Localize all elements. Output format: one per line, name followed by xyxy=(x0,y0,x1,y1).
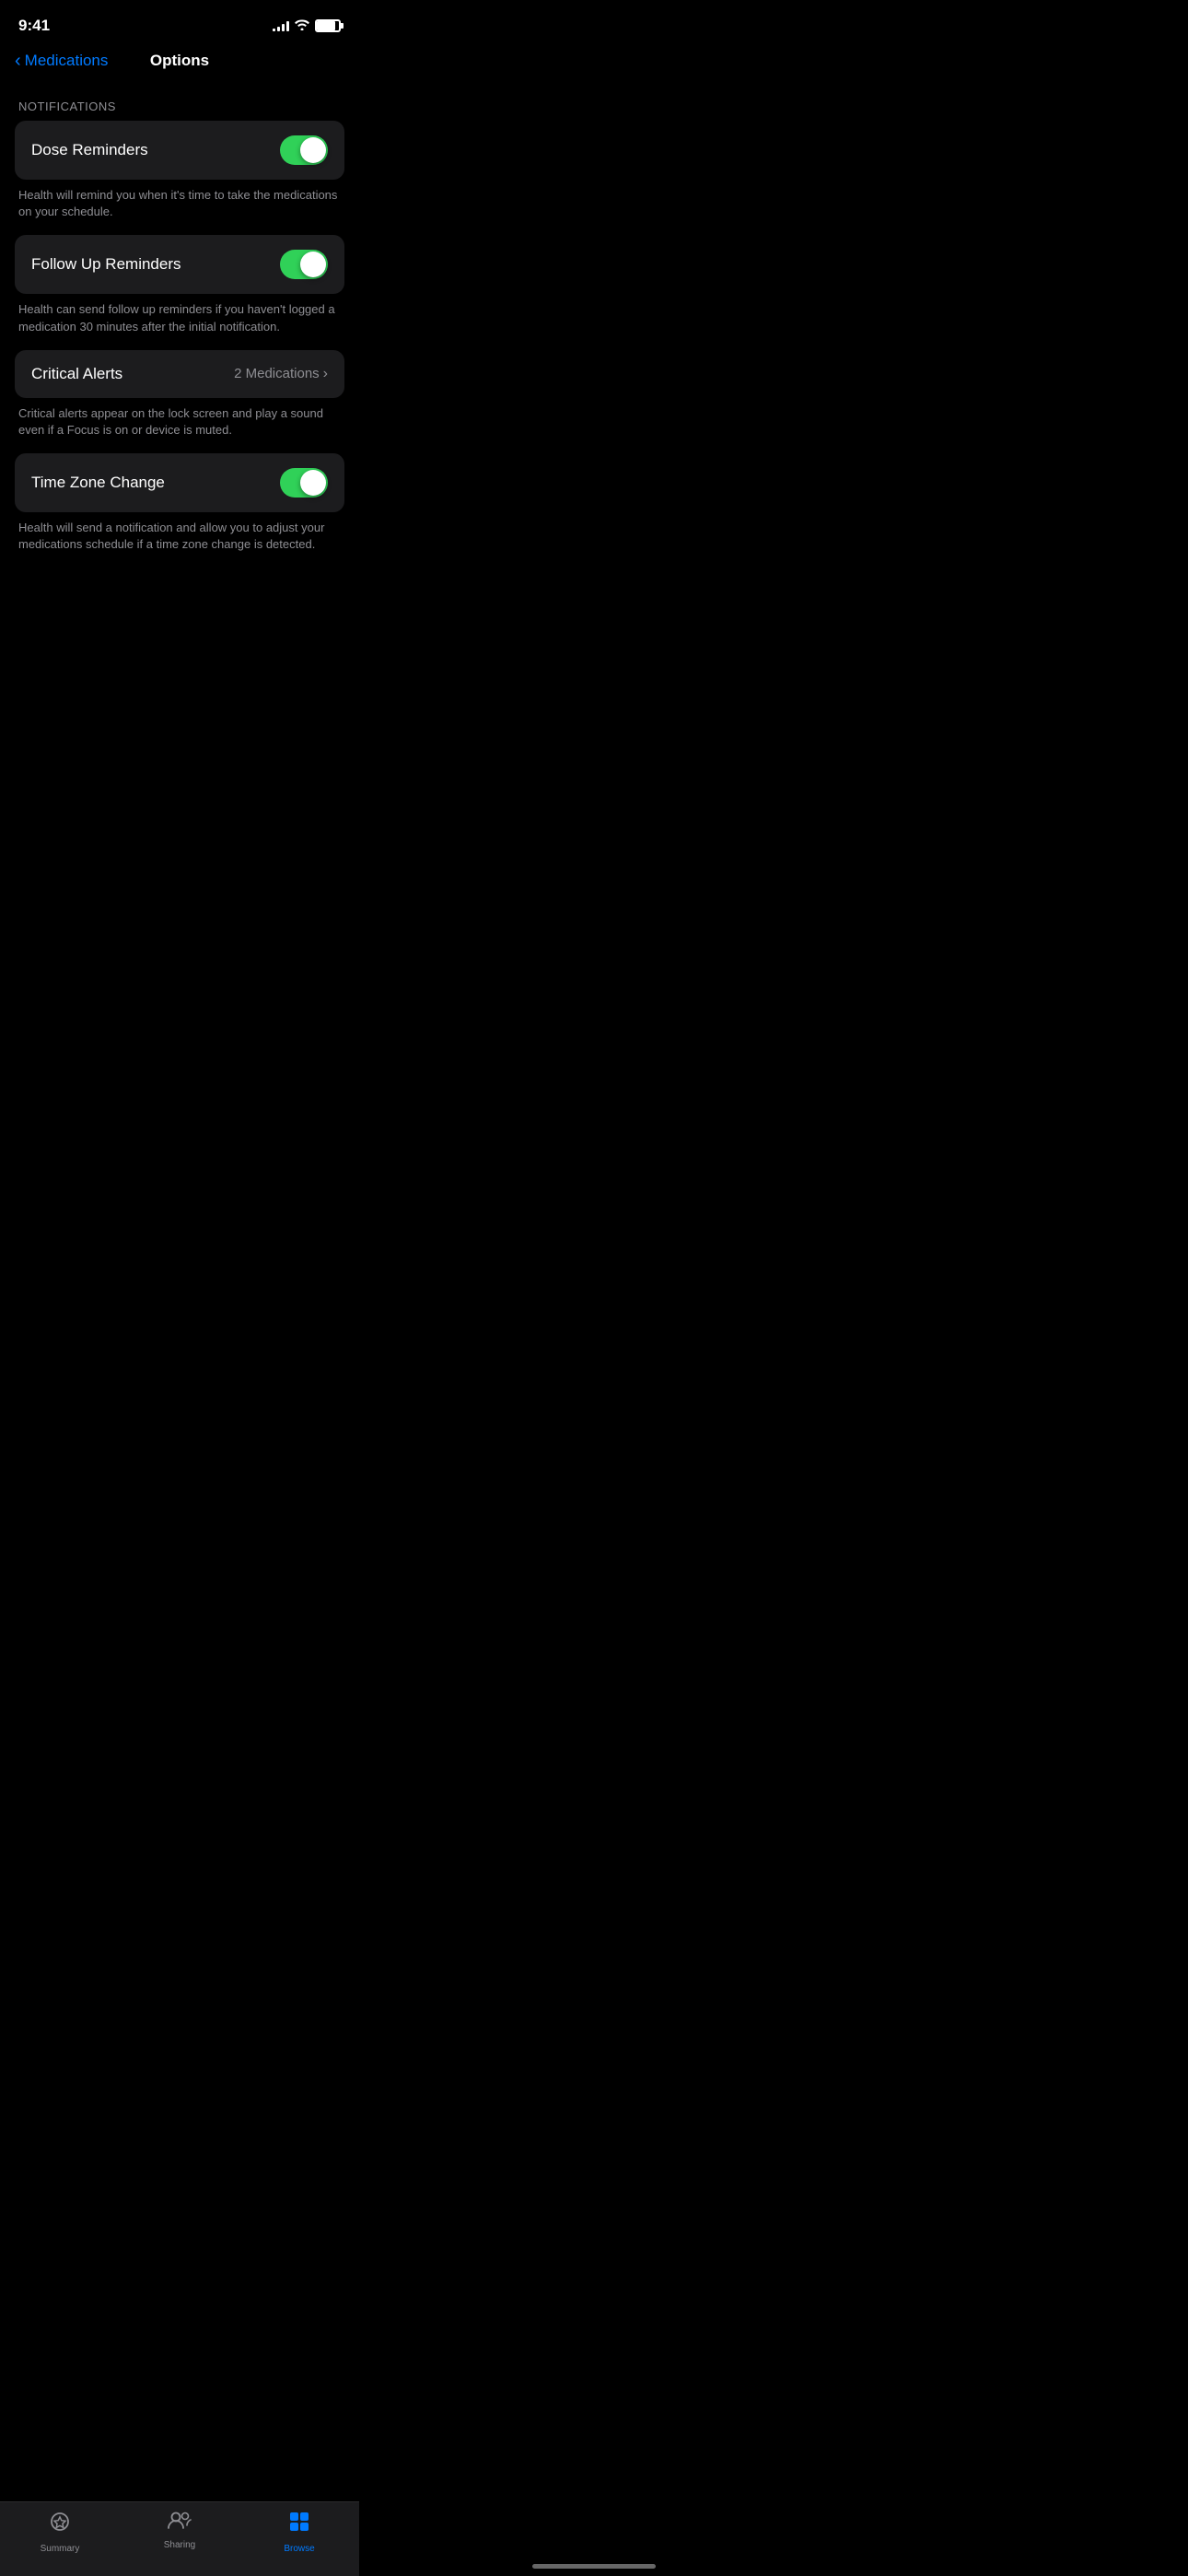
critical-alerts-nav-right: 2 Medications › xyxy=(234,366,328,382)
tab-summary[interactable]: Summary xyxy=(0,2510,120,2554)
toggle-knob xyxy=(300,470,326,496)
dose-reminders-description: Health will remind you when it's time to… xyxy=(15,180,344,235)
time-zone-change-description: Health will send a notification and allo… xyxy=(15,512,344,568)
summary-tab-label: Summary xyxy=(41,2544,80,2554)
critical-alerts-row[interactable]: Critical Alerts 2 Medications › xyxy=(15,350,344,398)
notifications-section-label: NOTIFICATIONS xyxy=(15,100,344,113)
time-zone-change-toggle[interactable] xyxy=(280,468,328,498)
status-bar: 9:41 xyxy=(0,0,359,44)
nav-header: ‹ Medications Options xyxy=(0,44,359,81)
wifi-icon xyxy=(295,19,309,33)
browse-tab-label: Browse xyxy=(284,2544,314,2554)
time-zone-change-label: Time Zone Change xyxy=(31,474,165,492)
critical-alerts-description: Critical alerts appear on the lock scree… xyxy=(15,398,344,453)
browse-icon xyxy=(287,2510,311,2540)
sharing-tab-label: Sharing xyxy=(164,2540,195,2550)
tab-bar: Summary Sharing Browse xyxy=(0,2501,359,2576)
back-label: Medications xyxy=(25,52,109,70)
dose-reminders-label: Dose Reminders xyxy=(31,141,148,159)
back-button[interactable]: ‹ Medications xyxy=(15,52,108,70)
follow-up-reminders-toggle[interactable] xyxy=(280,250,328,279)
page-title: Options xyxy=(150,52,209,70)
tab-browse[interactable]: Browse xyxy=(239,2510,359,2554)
follow-up-reminders-row: Follow Up Reminders xyxy=(15,235,344,294)
status-icons xyxy=(273,19,341,33)
toggle-knob xyxy=(300,252,326,277)
status-time: 9:41 xyxy=(18,17,50,35)
toggle-knob xyxy=(300,137,326,163)
dose-reminders-row: Dose Reminders xyxy=(15,121,344,180)
time-zone-change-row: Time Zone Change xyxy=(15,453,344,512)
critical-alerts-label: Critical Alerts xyxy=(31,365,122,383)
dose-reminders-toggle[interactable] xyxy=(280,135,328,165)
battery-icon xyxy=(315,19,341,32)
critical-alerts-chevron-icon: › xyxy=(323,366,328,382)
summary-icon xyxy=(48,2510,72,2540)
signal-bars-icon xyxy=(273,20,289,31)
home-indicator xyxy=(532,2564,656,2569)
content: NOTIFICATIONS Dose Reminders Health will… xyxy=(0,81,359,568)
back-chevron-icon: ‹ xyxy=(15,52,21,70)
tab-sharing[interactable]: Sharing xyxy=(120,2510,239,2554)
critical-alerts-value: 2 Medications xyxy=(234,366,320,381)
sharing-icon xyxy=(167,2510,192,2536)
follow-up-reminders-label: Follow Up Reminders xyxy=(31,255,181,274)
follow-up-reminders-description: Health can send follow up reminders if y… xyxy=(15,294,344,349)
